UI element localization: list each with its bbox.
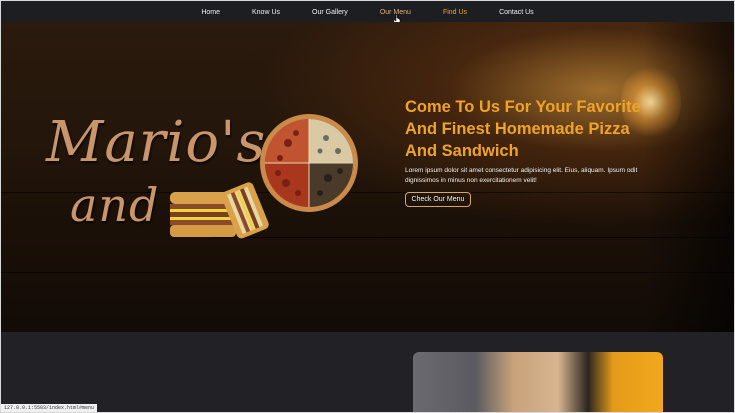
hero-shade [644,22,734,332]
nav-contact-link[interactable]: Contact Us [499,9,534,16]
wood-plank-line [1,272,734,273]
nav-find-us-link[interactable]: Find Us [443,9,467,16]
pizza-image [260,114,358,212]
nav-gallery-link[interactable]: Our Gallery [312,9,348,16]
logo-text-marios: Mario's [46,110,267,175]
nav-home-link[interactable]: Home [201,9,220,16]
top-navbar: Home Know Us Our Gallery Our Menu Find U… [1,3,734,22]
hero-description: Lorem ipsum dolor sit amet consectetur a… [405,167,638,184]
sandwich-image [170,182,269,239]
logo-text-and: and [70,178,160,232]
nav-know-us-link[interactable]: Know Us [252,9,280,16]
food-image-card [413,352,663,412]
hero-headline: Come To Us For Your Favorite And Finest … [405,98,641,160]
status-bar-url: 127.0.0.1:5503/index.html#menu [1,404,98,412]
check-menu-button[interactable]: Check Our Menu [405,192,471,207]
